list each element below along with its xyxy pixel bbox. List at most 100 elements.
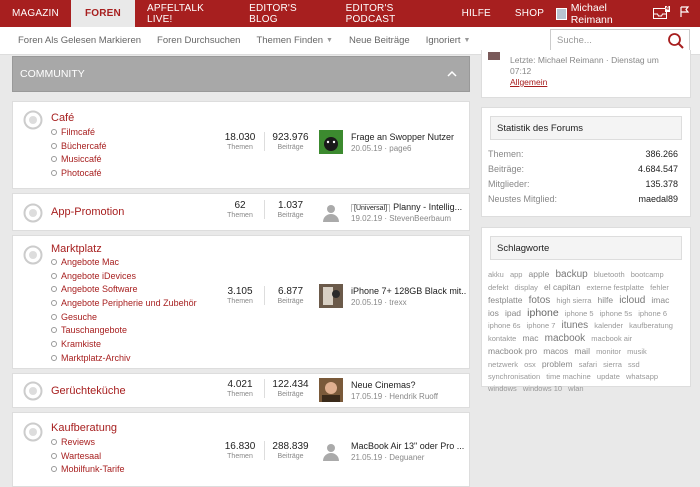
tag-link[interactable]: imac [651,295,669,305]
tag-link[interactable]: osx [524,360,536,369]
tag-link[interactable]: bootcamp [631,270,664,279]
tag-link[interactable]: hilfe [598,295,614,305]
tag-link[interactable]: itunes [562,320,589,331]
search-icon[interactable] [667,32,685,50]
tag-link[interactable]: iphone 5s [600,309,633,318]
tag-link[interactable]: synchronisation [488,372,540,381]
ignored-link[interactable]: Ignoriert ▼ [418,35,479,46]
latest-post-title[interactable]: [Universal] Planny - Intellig... [351,202,467,212]
subforum-link[interactable]: Reviews [51,435,125,449]
tab-editors-podcast[interactable]: Editor's Podcast [334,0,450,27]
subforum-link[interactable]: Photocafé [51,166,107,180]
tag-link[interactable]: backup [555,269,587,280]
tag-link[interactable]: macos [543,346,568,356]
tab-apfeltalk-live[interactable]: Apfeltalk Live! [135,0,237,27]
subforum-link[interactable]: Wartesaal [51,449,125,463]
collapse-icon[interactable] [447,69,457,79]
user-photo-avatar[interactable] [319,378,343,402]
tab-magazin[interactable]: Magazin [0,0,71,27]
tag-link[interactable]: el capitan [544,282,580,292]
find-threads-link[interactable]: Themen Finden ▼ [248,35,340,46]
tag-link[interactable]: kaufberatung [629,321,673,330]
tag-link[interactable]: ipad [505,308,521,318]
tab-hilfe[interactable]: Hilfe [450,0,503,27]
latest-post-title[interactable]: Neue Cinemas? [351,380,467,390]
latest-post-title[interactable]: Frage an Swopper Nutzer [351,132,467,142]
tag-link[interactable]: festplatte [488,295,523,305]
new-posts-link[interactable]: Neue Beiträge [341,35,418,46]
user-menu[interactable]: Michael Reimann 4 [556,0,700,27]
tag-link[interactable]: apple [529,269,550,279]
tag-link[interactable]: wlan [568,384,583,393]
subforum-link[interactable]: Gesuche [51,310,197,324]
tag-link[interactable]: iphone 5 [565,309,594,318]
forum-title[interactable]: Kaufberatung [51,422,117,434]
tag-link[interactable]: fotos [529,295,551,306]
tag-link[interactable]: externe festplatte [586,283,644,292]
default-avatar-icon[interactable] [319,439,343,463]
tag-link[interactable]: time machine [546,372,591,381]
forum-title[interactable]: Café [51,112,74,124]
tag-link[interactable]: iphone 6s [488,321,521,330]
tag-link[interactable]: mac [522,333,538,343]
tag-link[interactable]: kontakte [488,334,516,343]
tag-link[interactable]: macbook air [591,334,632,343]
tag-link[interactable]: fehler [650,283,669,292]
tag-link[interactable]: iphone 6 [638,309,667,318]
tag-link[interactable]: bluetooth [594,270,625,279]
subforum-link[interactable]: Marktplatz-Archiv [51,351,197,365]
tab-foren[interactable]: Foren [70,0,135,27]
search-forums-link[interactable]: Foren Durchsuchen [149,35,248,46]
forum-title[interactable]: App-Promotion [51,206,124,218]
tag-link[interactable]: windows 10 [523,384,562,393]
tag-link[interactable]: akku [488,270,504,279]
tab-shop[interactable]: Shop [503,0,556,27]
default-avatar-icon[interactable] [319,200,343,224]
tag-link[interactable]: monitor [596,347,621,356]
subforum-link[interactable]: Angebote Software [51,282,197,296]
latest-post-title[interactable]: iPhone 7+ 128GB Black mit... [351,286,467,296]
tag-link[interactable]: whatsapp [626,372,658,381]
latest-activity-node-link[interactable]: Allgemein [510,77,547,87]
tag-link[interactable]: app [510,270,523,279]
latest-post-title[interactable]: MacBook Air 13" oder Pro ... [351,441,467,451]
dog-avatar[interactable] [319,130,343,154]
subforum-link[interactable]: Filmcafé [51,125,107,139]
tag-link[interactable]: windows [488,384,517,393]
category-header[interactable]: Community [12,56,470,92]
subforum-link[interactable]: Kramkiste [51,337,197,351]
tag-link[interactable]: iphone [527,307,559,319]
subforum-link[interactable]: Angebote iDevices [51,269,197,283]
subforum-link[interactable]: Tauschangebote [51,323,197,337]
subforum-link[interactable]: Musiccafé [51,152,107,166]
tag-link[interactable]: macbook pro [488,346,537,356]
tag-link[interactable]: ssd [628,360,640,369]
tag-link[interactable]: netzwerk [488,360,518,369]
search-input[interactable]: Suche... [550,29,690,52]
subforum-link[interactable]: Büchercafé [51,139,107,153]
tag-link[interactable]: safari [579,360,597,369]
newest-member-link[interactable]: maedal89 [638,194,678,204]
subforum-link[interactable]: Mobilfunk-Tarife [51,462,125,476]
subforum-link[interactable]: Angebote Mac [51,255,197,269]
tag-link[interactable]: sierra [603,360,622,369]
tag-link[interactable]: musik [627,347,647,356]
user-photo-avatar[interactable] [319,284,343,308]
tag-link[interactable]: defekt [488,283,508,292]
tag-link[interactable]: update [597,372,620,381]
tag-link[interactable]: macbook [545,333,586,344]
forum-title[interactable]: Marktplatz [51,243,102,255]
forum-title[interactable]: Gerüchteküche [51,385,126,397]
tag-link[interactable]: ios [488,308,499,318]
subforum-link[interactable]: Angebote Peripherie und Zubehör [51,296,197,310]
tag-link[interactable]: high sierra [556,296,591,305]
tag-link[interactable]: iphone 7 [527,321,556,330]
tag-link[interactable]: mail [574,346,590,356]
tag-link[interactable]: icloud [619,295,645,306]
tab-editors-blog[interactable]: Editor's Blog [237,0,334,27]
tag-link[interactable]: kalender [594,321,623,330]
flag-icon[interactable] [680,6,690,21]
tag-link[interactable]: problem [542,359,573,369]
mark-forums-read-link[interactable]: Foren Als Gelesen Markieren [0,35,149,46]
tag-link[interactable]: display [515,283,538,292]
